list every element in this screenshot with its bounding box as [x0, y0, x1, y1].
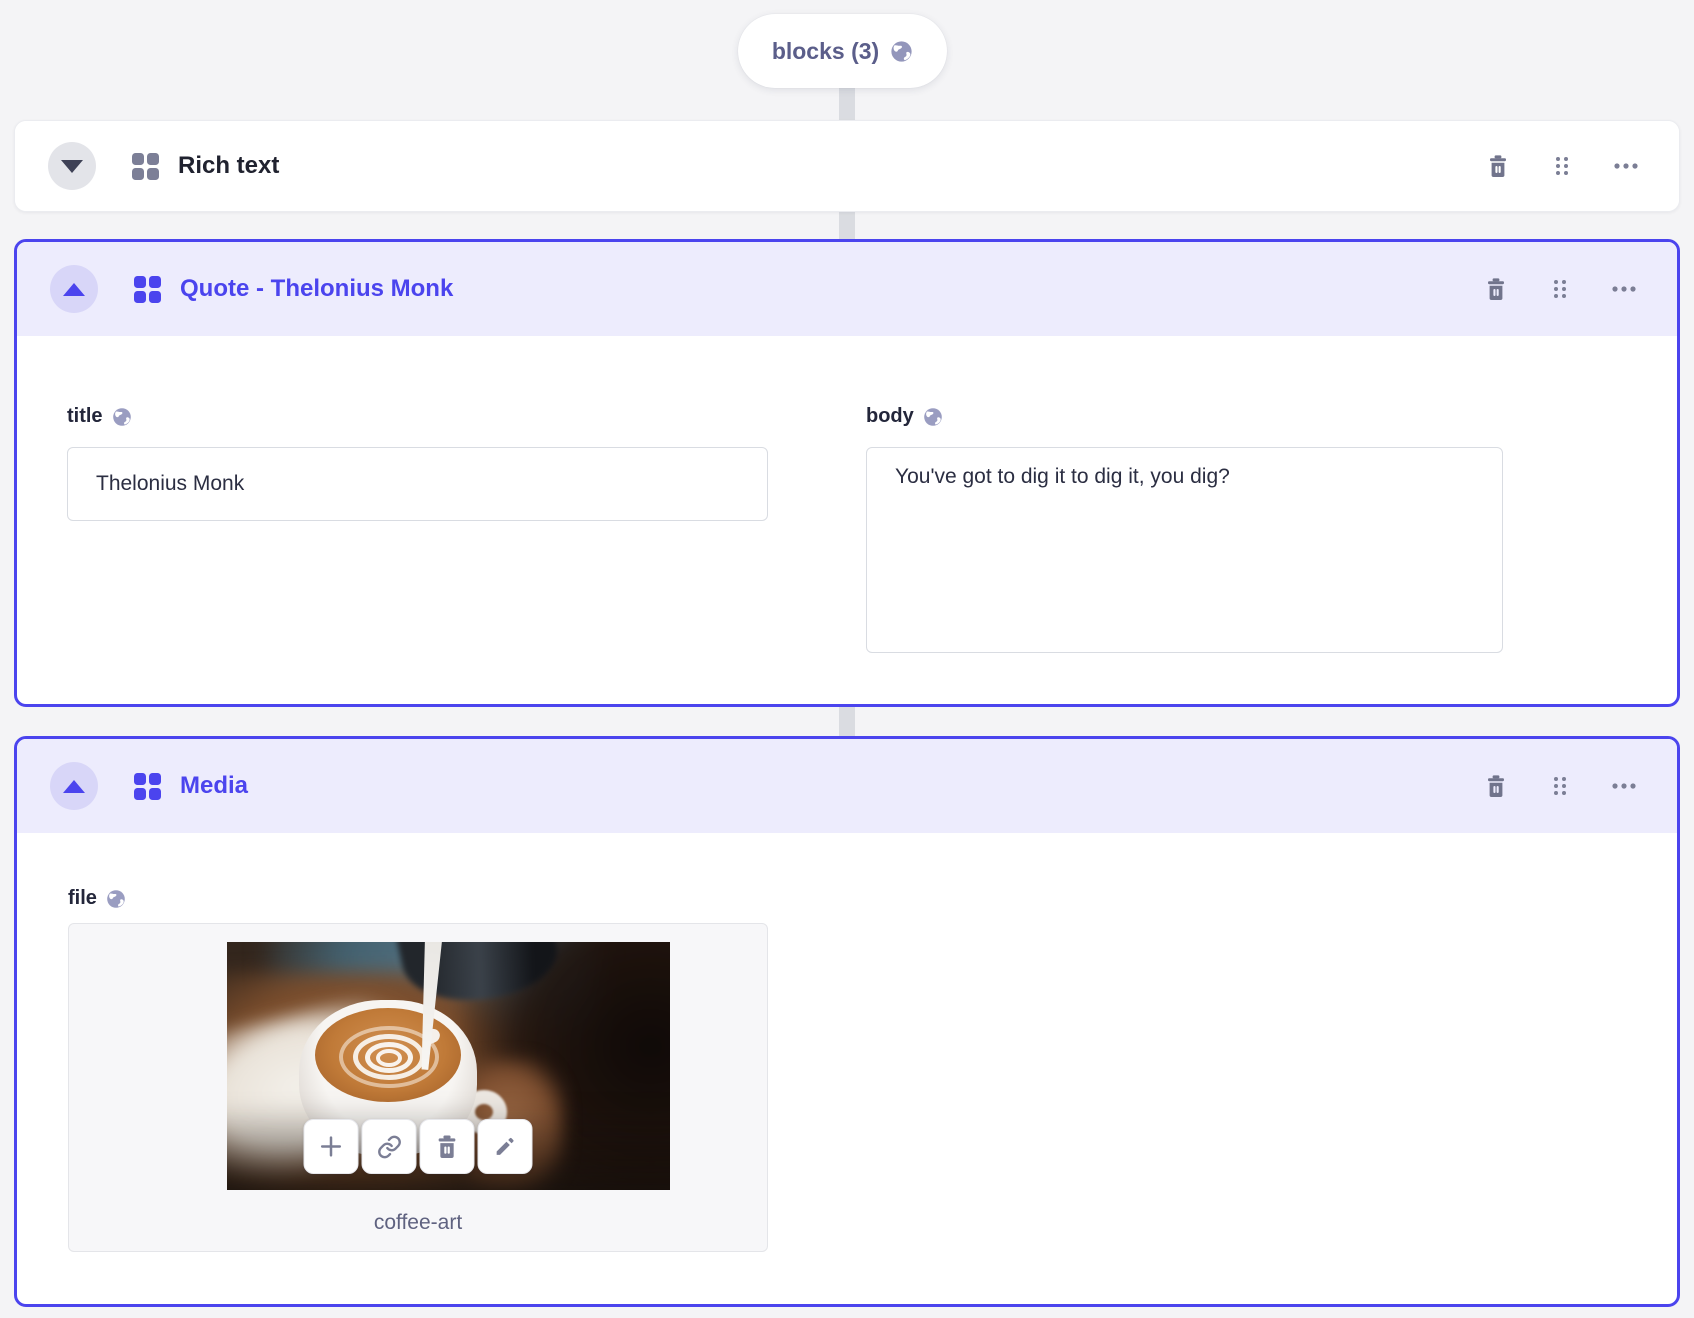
field-label-text: file: [68, 887, 97, 909]
block-media: Media file coffee-art: [14, 736, 1680, 1307]
link-file-button[interactable]: [361, 1119, 417, 1174]
edit-file-button[interactable]: [477, 1119, 533, 1174]
block-quote-header[interactable]: Quote - Thelonius Monk: [17, 242, 1677, 336]
globe-icon: [112, 407, 132, 427]
delete-block-button[interactable]: [1481, 771, 1511, 801]
file-upload-field: coffee-art: [68, 923, 768, 1252]
collapse-button[interactable]: [50, 762, 98, 810]
blocks-count-pill[interactable]: blocks (3): [738, 14, 947, 88]
globe-icon: [106, 889, 126, 909]
body-textarea[interactable]: You've got to dig it to dig it, you dig?: [866, 447, 1503, 653]
file-field-label: file: [68, 887, 126, 910]
link-icon: [377, 1135, 401, 1158]
more-options-button[interactable]: [1611, 151, 1641, 181]
delete-block-button[interactable]: [1483, 151, 1513, 181]
remove-file-button[interactable]: [419, 1119, 475, 1174]
file-action-toolbar: [303, 1119, 533, 1174]
block-rich-text: Rich text: [14, 120, 1680, 212]
expand-button[interactable]: [48, 142, 96, 190]
delete-block-button[interactable]: [1481, 274, 1511, 304]
more-options-button[interactable]: [1609, 771, 1639, 801]
block-title: Media: [180, 772, 249, 799]
block-media-header[interactable]: Media: [17, 739, 1677, 833]
triangle-down-icon: [61, 159, 83, 173]
block-quote: Quote - Thelonius Monk title Thelonius M…: [14, 239, 1680, 707]
title-field-label: title: [67, 405, 132, 428]
block-type-grid-icon: [134, 275, 161, 303]
body-field-label: body: [866, 405, 943, 428]
drag-handle-icon[interactable]: [1545, 771, 1575, 801]
drag-handle-icon[interactable]: [1545, 274, 1575, 304]
block-editor: blocks (3) Rich text Quote - Thelonius M…: [0, 0, 1694, 1318]
more-options-button[interactable]: [1609, 274, 1639, 304]
drag-handle-icon[interactable]: [1547, 151, 1577, 181]
add-file-button[interactable]: [303, 1119, 359, 1174]
field-label-text: title: [67, 405, 103, 427]
globe-icon: [923, 407, 943, 427]
plus-icon: [320, 1136, 342, 1157]
block-title: Quote - Thelonius Monk: [180, 275, 454, 302]
pencil-icon: [496, 1137, 514, 1155]
trash-icon: [438, 1135, 456, 1158]
field-label-text: body: [866, 405, 914, 427]
block-rich-text-header[interactable]: Rich text: [15, 121, 1679, 211]
block-type-grid-icon: [132, 152, 159, 180]
triangle-up-icon: [63, 779, 85, 793]
block-title: Rich text: [178, 152, 280, 179]
file-name-caption: coffee-art: [373, 1211, 463, 1234]
globe-icon: [890, 40, 913, 63]
blocks-count-label: blocks (3): [771, 37, 880, 64]
block-type-grid-icon: [134, 772, 161, 800]
collapse-button[interactable]: [50, 265, 98, 313]
triangle-up-icon: [63, 282, 85, 296]
title-input[interactable]: [67, 447, 768, 521]
